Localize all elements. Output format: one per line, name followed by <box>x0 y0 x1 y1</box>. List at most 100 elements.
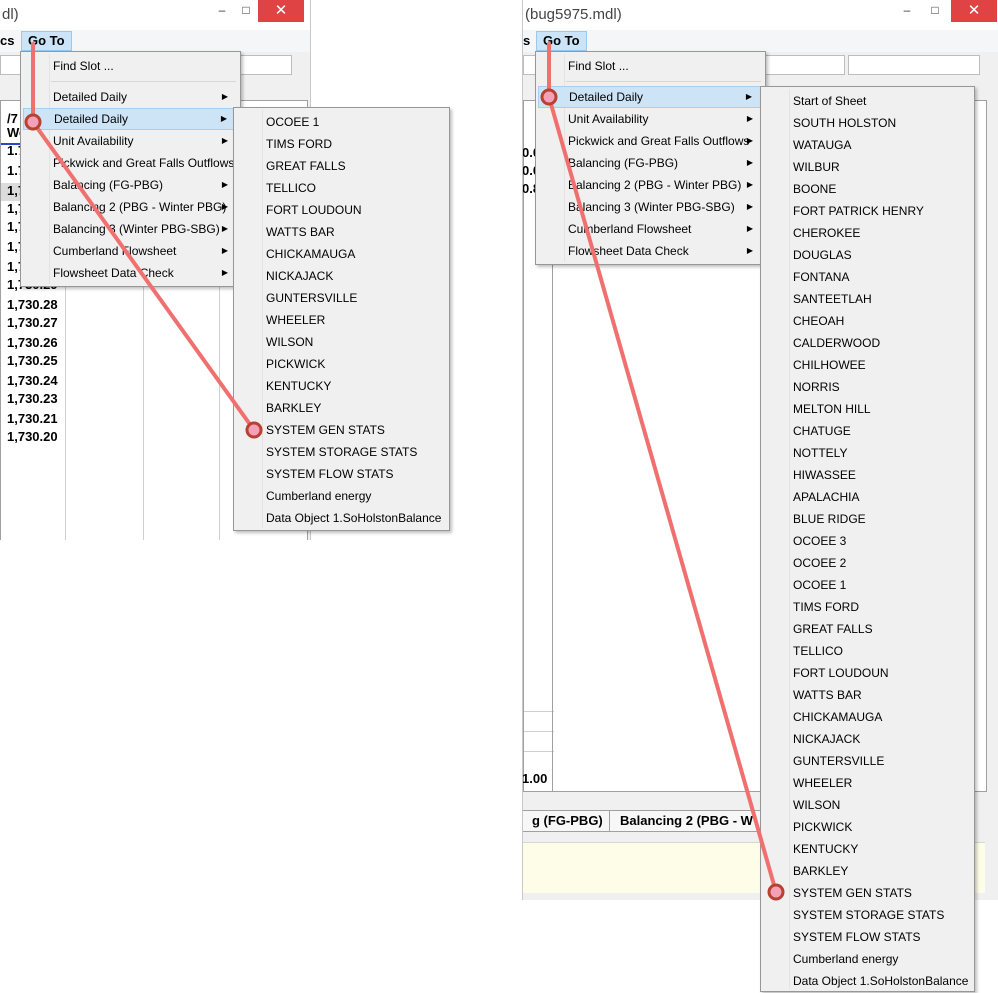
menu-item-unit-availability[interactable]: Unit Availability ▶ <box>23 130 238 152</box>
menu-item-ocoee-3[interactable]: OCOEE 3 <box>763 530 972 552</box>
menu-item-label: CHILHOWEE <box>793 358 866 372</box>
menu-item-pickwick-and-great-falls-outflows[interactable]: Pickwick and Great Falls Outflows <box>23 152 238 174</box>
menu-item-detailed-daily[interactable]: Detailed Daily ▶ <box>23 108 238 130</box>
menu-item-unit-availability[interactable]: Unit Availability ▶ <box>538 108 763 130</box>
menu-item-label: KENTUCKY <box>266 379 332 393</box>
menu-item-nickajack[interactable]: NICKAJACK <box>236 265 447 287</box>
menu-item-start-of-sheet[interactable]: Start of Sheet <box>763 90 972 112</box>
menu-item-calderwood[interactable]: CALDERWOOD <box>763 332 972 354</box>
menu-item-blue-ridge[interactable]: BLUE RIDGE <box>763 508 972 530</box>
menu-item-boone[interactable]: BOONE <box>763 178 972 200</box>
menu-item-nottely[interactable]: NOTTELY <box>763 442 972 464</box>
minimize-button[interactable]: – <box>893 0 921 22</box>
value-cell: 1,730.20 <box>7 429 58 444</box>
menu-item-cherokee[interactable]: CHEROKEE <box>763 222 972 244</box>
menu-item-wilbur[interactable]: WILBUR <box>763 156 972 178</box>
tab-balancing-fg-pbg[interactable]: g (FG-PBG) <box>523 810 614 832</box>
menu-item-find-slot[interactable]: Find Slot ... <box>23 55 238 77</box>
menu-item-melton-hill[interactable]: MELTON HILL <box>763 398 972 420</box>
menu-item-great-falls[interactable]: GREAT FALLS <box>236 155 447 177</box>
menu-item-label: Find Slot ... <box>568 59 629 73</box>
close-button[interactable]: ✕ <box>951 0 997 22</box>
menu-item-label: Detailed Daily <box>53 90 128 104</box>
menu-item-tims-ford[interactable]: TIMS FORD <box>763 596 972 618</box>
menu-item-balancing-2-pbg-winter-pbg[interactable]: Balancing 2 (PBG - Winter PBG) ▶ <box>23 196 238 218</box>
menu-item-ocoee-1[interactable]: OCOEE 1 <box>763 574 972 596</box>
menu-item-guntersville[interactable]: GUNTERSVILLE <box>763 750 972 772</box>
maximize-button[interactable]: □ <box>236 0 256 22</box>
menu-item-label: WATAUGA <box>793 138 852 152</box>
menu-item-south-holston[interactable]: SOUTH HOLSTON <box>763 112 972 134</box>
menu-item-norris[interactable]: NORRIS <box>763 376 972 398</box>
menu-item-nickajack[interactable]: NICKAJACK <box>763 728 972 750</box>
menu-item-data-object-1-soholstonbalance[interactable]: Data Object 1.SoHolstonBalance <box>236 507 447 529</box>
menu-item-balancing-fg-pbg[interactable]: Balancing (FG-PBG) ▶ <box>23 174 238 196</box>
menu-item-detailed-daily[interactable]: Detailed Daily ▶ <box>23 86 238 108</box>
menu-item-barkley[interactable]: BARKLEY <box>763 860 972 882</box>
menu-item-fontana[interactable]: FONTANA <box>763 266 972 288</box>
menu-item-watauga[interactable]: WATAUGA <box>763 134 972 156</box>
menu-item-santeetlah[interactable]: SANTEETLAH <box>763 288 972 310</box>
menu-item-balancing-2-pbg-winter-pbg[interactable]: Balancing 2 (PBG - Winter PBG) ▶ <box>538 174 763 196</box>
menu-previous[interactable]: cs <box>0 32 20 50</box>
submenu-arrow-icon: ▶ <box>746 136 753 145</box>
menu-item-kentucky[interactable]: KENTUCKY <box>763 838 972 860</box>
menu-item-find-slot[interactable]: Find Slot ... <box>538 55 763 77</box>
menu-item-balancing-3-winter-pbg-sbg[interactable]: Balancing 3 (Winter PBG-SBG) ▶ <box>538 196 763 218</box>
menu-item-chickamauga[interactable]: CHICKAMAUGA <box>763 706 972 728</box>
menu-item-chilhowee[interactable]: CHILHOWEE <box>763 354 972 376</box>
menu-item-fort-loudoun[interactable]: FORT LOUDOUN <box>236 199 447 221</box>
menu-item-wilson[interactable]: WILSON <box>236 331 447 353</box>
menu-item-pickwick-and-great-falls-outflows[interactable]: Pickwick and Great Falls Outflows ▶ <box>538 130 763 152</box>
menu-item-system-gen-stats[interactable]: SYSTEM GEN STATS <box>236 419 447 441</box>
tab-balancing-2[interactable]: Balancing 2 (PBG - W <box>609 810 764 832</box>
maximize-button[interactable]: □ <box>923 0 947 22</box>
secondary-field[interactable] <box>848 55 980 75</box>
menu-item-kentucky[interactable]: KENTUCKY <box>236 375 447 397</box>
menu-item-tellico[interactable]: TELLICO <box>236 177 447 199</box>
minimize-button[interactable]: – <box>208 0 236 22</box>
menu-item-ocoee-2[interactable]: OCOEE 2 <box>763 552 972 574</box>
menu-item-data-object-1-soholstonbalance[interactable]: Data Object 1.SoHolstonBalance <box>763 970 972 992</box>
menu-item-pickwick[interactable]: PICKWICK <box>763 816 972 838</box>
menu-item-chickamauga[interactable]: CHICKAMAUGA <box>236 243 447 265</box>
menu-go-to[interactable]: Go To <box>536 31 587 51</box>
menu-item-tellico[interactable]: TELLICO <box>763 640 972 662</box>
menu-item-flowsheet-data-check[interactable]: Flowsheet Data Check ▶ <box>23 262 238 284</box>
menu-item-cumberland-flowsheet[interactable]: Cumberland Flowsheet ▶ <box>23 240 238 262</box>
menu-item-flowsheet-data-check[interactable]: Flowsheet Data Check ▶ <box>538 240 763 262</box>
menu-item-system-storage-stats[interactable]: SYSTEM STORAGE STATS <box>236 441 447 463</box>
menu-item-hiwassee[interactable]: HIWASSEE <box>763 464 972 486</box>
menu-item-guntersville[interactable]: GUNTERSVILLE <box>236 287 447 309</box>
menu-item-balancing-3-winter-pbg-sbg[interactable]: Balancing 3 (Winter PBG-SBG) ▶ <box>23 218 238 240</box>
menu-item-fort-patrick-henry[interactable]: FORT PATRICK HENRY <box>763 200 972 222</box>
menu-item-chatuge[interactable]: CHATUGE <box>763 420 972 442</box>
menu-go-to[interactable]: Go To <box>21 31 72 51</box>
menu-item-great-falls[interactable]: GREAT FALLS <box>763 618 972 640</box>
menu-item-system-gen-stats[interactable]: SYSTEM GEN STATS <box>763 882 972 904</box>
menu-item-wilson[interactable]: WILSON <box>763 794 972 816</box>
menu-item-fort-loudoun[interactable]: FORT LOUDOUN <box>763 662 972 684</box>
close-button[interactable]: ✕ <box>258 0 304 22</box>
menu-item-pickwick[interactable]: PICKWICK <box>236 353 447 375</box>
menu-item-cumberland-energy[interactable]: Cumberland energy <box>763 948 972 970</box>
menu-item-wheeler[interactable]: WHEELER <box>763 772 972 794</box>
menu-item-system-flow-stats[interactable]: SYSTEM FLOW STATS <box>763 926 972 948</box>
menu-item-system-flow-stats[interactable]: SYSTEM FLOW STATS <box>236 463 447 485</box>
menu-item-watts-bar[interactable]: WATTS BAR <box>236 221 447 243</box>
menu-previous[interactable]: s <box>523 32 536 50</box>
menu-item-label: SANTEETLAH <box>793 292 872 306</box>
menu-item-ocoee-1[interactable]: OCOEE 1 <box>236 111 447 133</box>
menu-item-tims-ford[interactable]: TIMS FORD <box>236 133 447 155</box>
menu-item-system-storage-stats[interactable]: SYSTEM STORAGE STATS <box>763 904 972 926</box>
menu-item-wheeler[interactable]: WHEELER <box>236 309 447 331</box>
menu-item-detailed-daily[interactable]: Detailed Daily ▶ <box>538 86 763 108</box>
menu-item-cumberland-energy[interactable]: Cumberland energy <box>236 485 447 507</box>
menu-item-barkley[interactable]: BARKLEY <box>236 397 447 419</box>
menu-item-cumberland-flowsheet[interactable]: Cumberland Flowsheet ▶ <box>538 218 763 240</box>
menu-item-balancing-fg-pbg[interactable]: Balancing (FG-PBG) ▶ <box>538 152 763 174</box>
menu-item-douglas[interactable]: DOUGLAS <box>763 244 972 266</box>
menu-item-cheoah[interactable]: CHEOAH <box>763 310 972 332</box>
menu-item-apalachia[interactable]: APALACHIA <box>763 486 972 508</box>
menu-item-watts-bar[interactable]: WATTS BAR <box>763 684 972 706</box>
